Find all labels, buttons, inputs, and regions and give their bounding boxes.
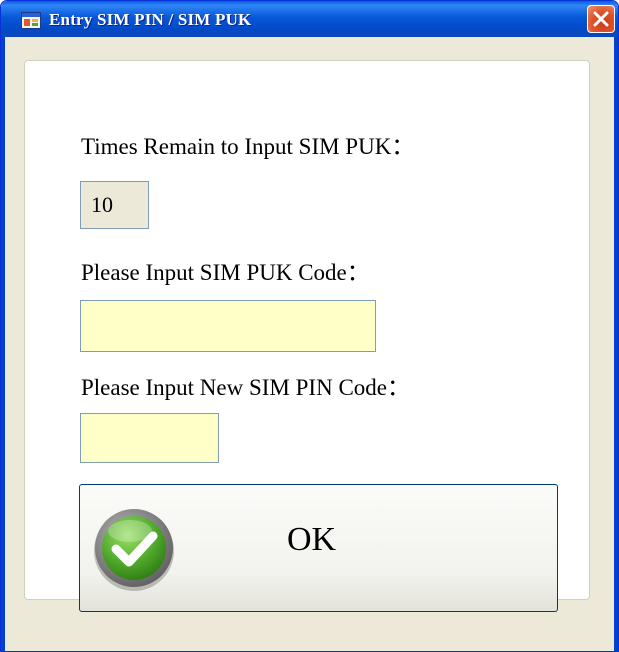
title-bar[interactable]: Entry SIM PIN / SIM PUK (1, 1, 618, 37)
ok-button[interactable]: OK (79, 484, 558, 612)
remaining-attempts-label: Times Remain to Input SIM PUK： (81, 134, 415, 159)
close-button[interactable] (587, 5, 615, 33)
new-pin-code-input[interactable] (80, 413, 219, 463)
puk-code-label: Please Input SIM PUK Code： (81, 260, 370, 285)
puk-code-input[interactable] (80, 300, 376, 352)
close-icon (593, 11, 609, 27)
checkmark-icon (92, 507, 176, 591)
window-app-icon[interactable] (21, 12, 41, 29)
dialog-window: Entry SIM PIN / SIM PUK Times Remain to … (0, 0, 619, 652)
ok-button-label: OK (287, 521, 337, 558)
window-title: Entry SIM PIN / SIM PUK (49, 10, 252, 29)
new-pin-code-label: Please Input New SIM PIN Code： (81, 375, 410, 400)
remaining-attempts-value: 10 (80, 181, 149, 229)
window-frame-right (614, 37, 618, 651)
